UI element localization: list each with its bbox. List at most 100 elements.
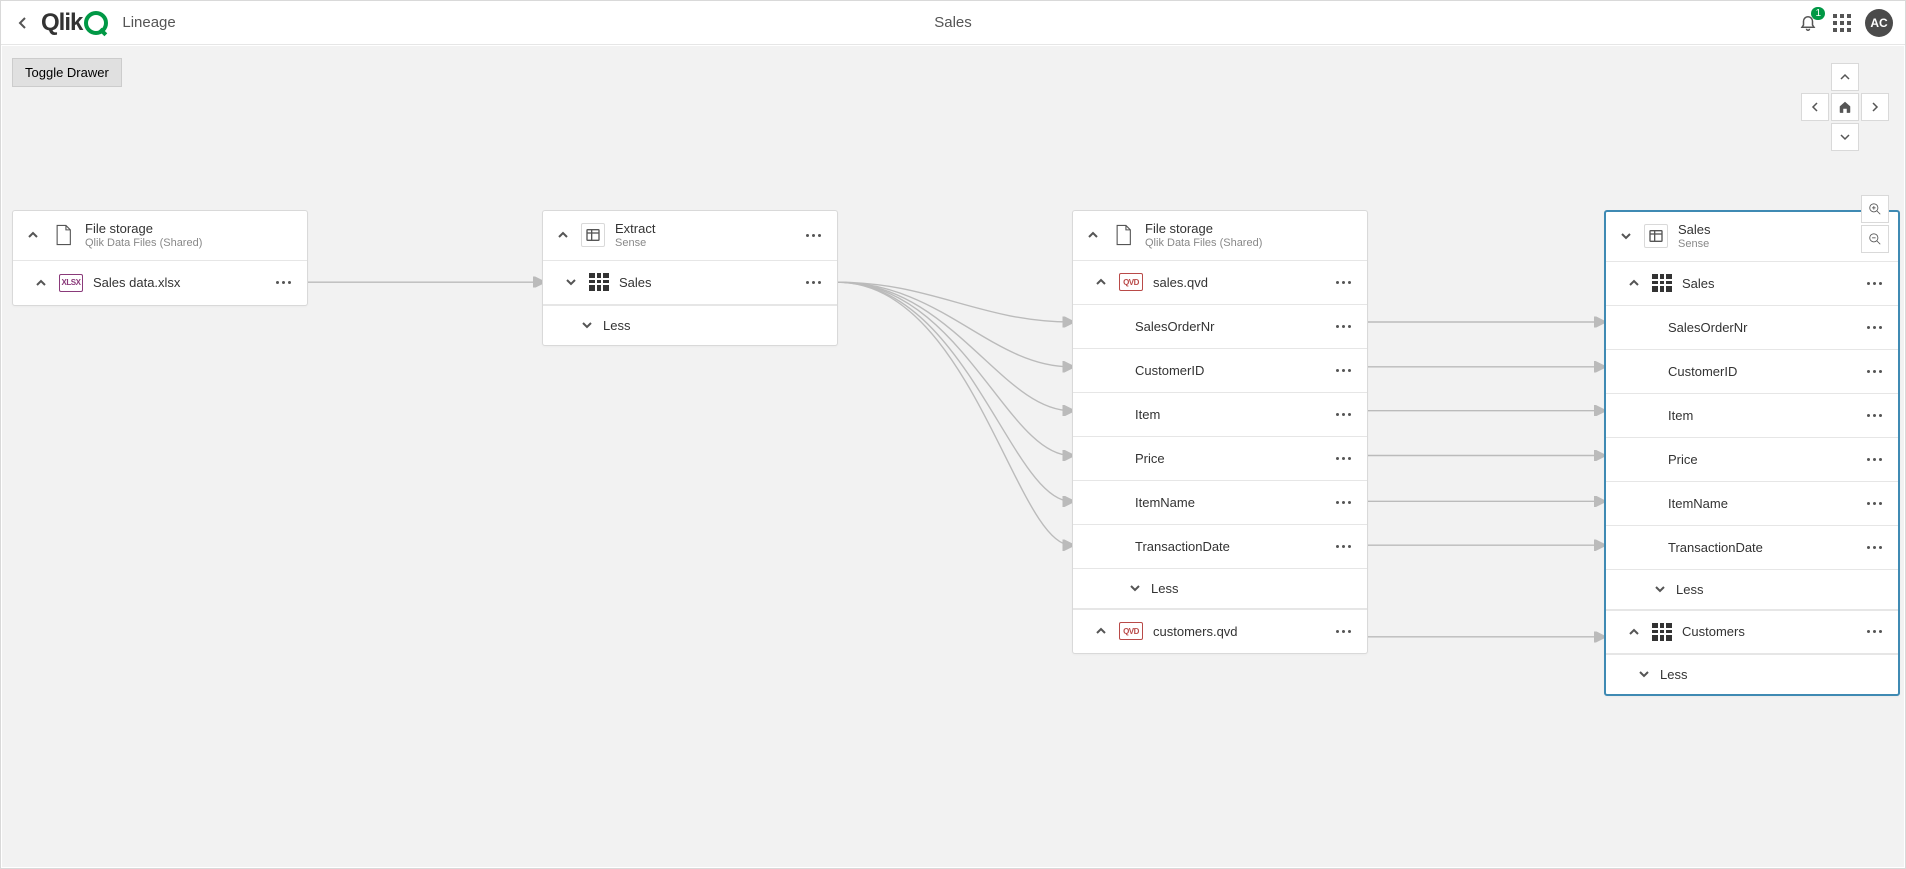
app-logo[interactable]: Qlik — [41, 9, 108, 37]
node-item-sales-table[interactable]: Sales — [1606, 262, 1898, 306]
collapse-toggle[interactable] — [1085, 227, 1101, 243]
node-extract: Extract Sense Sales Less — [542, 210, 838, 346]
chevron-down-icon — [1636, 666, 1652, 682]
field-label: Item — [1668, 408, 1862, 423]
app-launcher-icon[interactable] — [1833, 14, 1851, 32]
less-toggle[interactable]: Less — [1606, 654, 1898, 694]
field-menu-button[interactable] — [1331, 325, 1355, 328]
xlsx-icon: XLSX — [59, 274, 83, 292]
field-menu-button[interactable] — [1862, 370, 1886, 373]
toggle-drawer-button[interactable]: Toggle Drawer — [12, 58, 122, 87]
node-item-customers-qvd[interactable]: QVD customers.qvd — [1073, 609, 1367, 653]
breadcrumb: Lineage — [122, 14, 175, 31]
less-toggle[interactable]: Less — [1606, 570, 1898, 610]
node-item[interactable]: Sales — [543, 261, 837, 305]
zoom-out-button[interactable] — [1861, 225, 1889, 253]
page-title: Sales — [934, 14, 972, 31]
node-header: File storage Qlik Data Files (Shared) — [1073, 211, 1367, 261]
less-label: Less — [1660, 667, 1687, 682]
field-row[interactable]: CustomerID — [1073, 349, 1367, 393]
field-row[interactable]: Item — [1073, 393, 1367, 437]
less-toggle[interactable]: Less — [1073, 569, 1367, 609]
field-row[interactable]: Price — [1073, 437, 1367, 481]
less-toggle[interactable]: Less — [543, 305, 837, 345]
collapse-toggle[interactable] — [25, 227, 41, 243]
app-icon — [581, 223, 605, 247]
chevron-down-icon — [1127, 580, 1143, 596]
field-menu-button[interactable] — [1331, 457, 1355, 460]
item-label: Customers — [1682, 624, 1852, 639]
field-label: ItemName — [1668, 496, 1862, 511]
node-header: File storage Qlik Data Files (Shared) — [13, 211, 307, 261]
expand-toggle[interactable] — [563, 274, 579, 290]
node-item-customers-table[interactable]: Customers — [1606, 610, 1898, 654]
zoom-controls — [1860, 194, 1890, 254]
node-header: Sales Sense — [1606, 212, 1898, 262]
node-file-storage-1: File storage Qlik Data Files (Shared) XL… — [12, 210, 308, 306]
back-button[interactable] — [13, 13, 33, 33]
chevron-down-icon — [1652, 581, 1668, 597]
app-icon — [1644, 224, 1668, 248]
field-menu-button[interactable] — [1331, 369, 1355, 372]
field-row[interactable]: ItemName — [1073, 481, 1367, 525]
field-label: ItemName — [1135, 495, 1331, 510]
field-label: CustomerID — [1668, 364, 1862, 379]
field-row[interactable]: Item — [1606, 394, 1898, 438]
field-menu-button[interactable] — [1331, 501, 1355, 504]
field-menu-button[interactable] — [1862, 326, 1886, 329]
pan-up-button[interactable] — [1831, 63, 1859, 91]
field-row[interactable]: TransactionDate — [1606, 526, 1898, 570]
node-subtitle: Sense — [1678, 238, 1886, 251]
field-row[interactable]: TransactionDate — [1073, 525, 1367, 569]
field-label: Item — [1135, 407, 1331, 422]
field-row[interactable]: Price — [1606, 438, 1898, 482]
file-icon — [1111, 223, 1135, 247]
item-menu-button[interactable] — [801, 281, 825, 284]
node-menu-button[interactable] — [801, 234, 825, 237]
node-title: File storage — [1145, 221, 1355, 237]
home-button[interactable] — [1831, 93, 1859, 121]
lineage-canvas[interactable]: Toggle Drawer — [2, 46, 1904, 867]
field-menu-button[interactable] — [1331, 545, 1355, 548]
avatar[interactable]: AC — [1865, 9, 1893, 37]
notifications-button[interactable]: 1 — [1799, 13, 1819, 33]
field-menu-button[interactable] — [1862, 546, 1886, 549]
collapse-toggle[interactable] — [1618, 228, 1634, 244]
expand-toggle[interactable] — [1093, 623, 1109, 639]
less-label: Less — [603, 318, 630, 333]
pan-left-button[interactable] — [1801, 93, 1829, 121]
item-label: Sales — [1682, 276, 1852, 291]
item-menu-button[interactable] — [1331, 281, 1355, 284]
field-menu-button[interactable] — [1862, 414, 1886, 417]
node-sales-app: Sales Sense Sales SalesOrderNr CustomerI… — [1604, 210, 1900, 696]
field-row[interactable]: SalesOrderNr — [1073, 305, 1367, 349]
item-label: sales.qvd — [1153, 275, 1321, 290]
field-row[interactable]: SalesOrderNr — [1606, 306, 1898, 350]
item-label: Sales data.xlsx — [93, 275, 261, 290]
collapse-toggle[interactable] — [555, 227, 571, 243]
notification-badge: 1 — [1811, 7, 1825, 20]
item-menu-button[interactable] — [1862, 630, 1886, 633]
field-label: Price — [1135, 451, 1331, 466]
item-label: customers.qvd — [1153, 624, 1321, 639]
expand-toggle[interactable] — [1626, 275, 1642, 291]
node-item[interactable]: XLSX Sales data.xlsx — [13, 261, 307, 305]
item-menu-button[interactable] — [1331, 630, 1355, 633]
pan-down-button[interactable] — [1831, 123, 1859, 151]
pan-right-button[interactable] — [1861, 93, 1889, 121]
node-item-sales-qvd[interactable]: QVD sales.qvd — [1073, 261, 1367, 305]
field-menu-button[interactable] — [1331, 413, 1355, 416]
expand-toggle[interactable] — [1093, 274, 1109, 290]
field-menu-button[interactable] — [1862, 458, 1886, 461]
node-title: Extract — [615, 221, 791, 237]
field-row[interactable]: CustomerID — [1606, 350, 1898, 394]
field-menu-button[interactable] — [1862, 502, 1886, 505]
logo-text: Qlik — [41, 9, 82, 37]
item-menu-button[interactable] — [1862, 282, 1886, 285]
expand-toggle[interactable] — [33, 275, 49, 291]
item-menu-button[interactable] — [271, 281, 295, 284]
top-bar: Qlik Lineage Sales 1 AC — [1, 1, 1905, 45]
field-label: SalesOrderNr — [1668, 320, 1862, 335]
field-row[interactable]: ItemName — [1606, 482, 1898, 526]
zoom-in-button[interactable] — [1861, 195, 1889, 223]
